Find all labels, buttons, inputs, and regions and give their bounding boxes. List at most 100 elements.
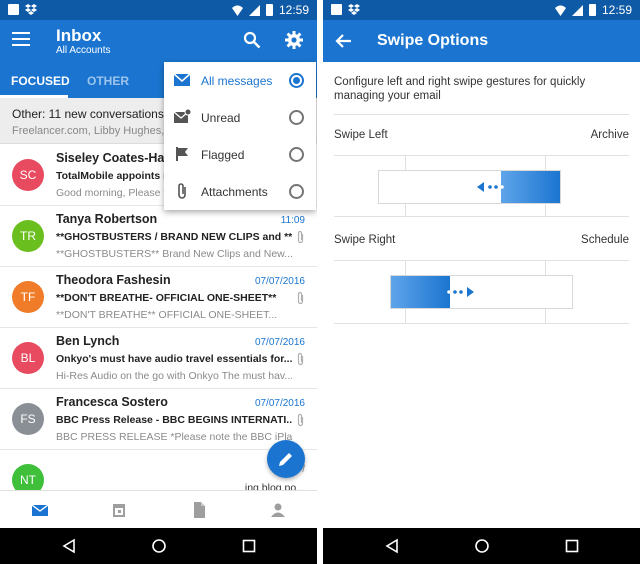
page-title: Inbox	[56, 26, 102, 45]
files-icon[interactable]	[190, 501, 208, 519]
search-icon[interactable]	[243, 31, 261, 49]
divider	[334, 114, 629, 115]
account-label[interactable]: All Accounts	[56, 45, 110, 56]
filter-label: Unread	[201, 111, 241, 125]
message-preview: **GHOSTBUSTERS** Brand New Clips and New…	[56, 248, 292, 260]
filter-menu: All messages Unread Flagged Attachments	[164, 62, 316, 210]
signal-icon	[571, 4, 583, 16]
message-row[interactable]: BL Ben Lynch 07/07/2016 Onkyo's must hav…	[0, 328, 317, 389]
message-row[interactable]: FS Francesca Sostero 07/07/2016 BBC Pres…	[0, 389, 317, 450]
compose-button[interactable]	[267, 440, 305, 478]
tab-other[interactable]: OTHER	[87, 74, 129, 88]
swipe-right-action[interactable]: Schedule	[581, 234, 629, 246]
inbox-screen: 12:59 Inbox All Accounts FOCUSED OTHER O…	[0, 0, 317, 564]
status-bar: 12:59	[0, 0, 317, 20]
back-icon[interactable]	[384, 538, 400, 554]
unread-icon	[173, 108, 191, 123]
tab-focused[interactable]: FOCUSED	[11, 74, 70, 88]
avatar: TF	[12, 281, 44, 313]
grid-line	[334, 323, 629, 324]
recents-icon[interactable]	[241, 538, 257, 554]
swipe-options-app-bar: Swipe Options	[323, 20, 640, 62]
message-date: 07/07/2016	[254, 276, 305, 287]
message-subject: **DON'T BREATHE- OFFICIAL ONE-SHEET**	[56, 292, 277, 304]
attachment-icon	[297, 230, 304, 244]
wifi-icon	[554, 5, 566, 16]
grid-line	[334, 155, 629, 156]
battery-icon	[588, 4, 596, 16]
status-time: 12:59	[601, 3, 632, 17]
home-icon[interactable]	[474, 538, 490, 554]
dropbox-icon	[348, 4, 360, 15]
radio-button[interactable]	[289, 73, 304, 88]
avatar: SC	[12, 159, 44, 191]
filter-label: Flagged	[201, 148, 245, 162]
filter-item-flagged[interactable]: Flagged	[164, 136, 316, 173]
system-nav-bar	[0, 528, 317, 564]
message-subject: **GHOSTBUSTERS / BRAND NEW CLIPS and **	[56, 231, 292, 243]
flag-icon	[176, 147, 188, 161]
menu-icon[interactable]	[12, 32, 30, 46]
message-date: 07/07/2016	[254, 398, 305, 409]
attachment-icon	[297, 413, 304, 427]
message-sender: Ben Lynch	[56, 334, 120, 348]
message-row[interactable]: TF Theodora Fashesin 07/07/2016 **DON'T …	[0, 267, 317, 328]
swipe-left-action[interactable]: Archive	[591, 129, 629, 141]
page-title: Swipe Options	[377, 32, 489, 49]
system-nav-bar	[323, 528, 640, 564]
home-icon[interactable]	[151, 538, 167, 554]
calendar-icon[interactable]	[110, 501, 128, 519]
pencil-icon	[279, 453, 292, 466]
filter-item-unread[interactable]: Unread	[164, 99, 316, 136]
signal-icon	[248, 4, 260, 16]
radio-button[interactable]	[289, 184, 304, 199]
radio-button[interactable]	[289, 147, 304, 162]
radio-button[interactable]	[289, 110, 304, 125]
swipe-left-label[interactable]: Swipe Left	[334, 129, 388, 141]
image-notification-icon	[8, 4, 19, 15]
message-date: 11:09	[280, 215, 305, 226]
swipe-right-action-bar	[391, 276, 450, 308]
people-icon[interactable]	[269, 501, 287, 519]
other-banner-title: Other: 11 new conversations	[12, 107, 164, 121]
swipe-right-arrow-icon	[447, 287, 474, 297]
avatar: TR	[12, 220, 44, 252]
filter-label: All messages	[201, 74, 273, 88]
filter-item-attachments[interactable]: Attachments	[164, 173, 316, 210]
filter-label: Attachments	[201, 185, 268, 199]
bottom-navigation	[0, 490, 317, 528]
swipe-left-arrow-icon	[477, 182, 504, 192]
inbox-app-bar: Inbox All Accounts	[0, 20, 317, 62]
avatar: BL	[12, 342, 44, 374]
mail-icon[interactable]	[31, 501, 49, 519]
back-icon[interactable]	[61, 538, 77, 554]
swipe-description: Configure left and right swipe gestures …	[334, 76, 586, 102]
battery-icon	[265, 4, 273, 16]
message-sender: Tanya Robertson	[56, 212, 158, 226]
attachment-icon	[297, 291, 304, 305]
image-notification-icon	[331, 4, 342, 15]
gear-icon[interactable]	[284, 30, 304, 50]
other-banner-senders: Freelancer.com, Libby Hughes, A...	[12, 125, 184, 137]
swipe-left-action-bar	[501, 171, 560, 203]
avatar: FS	[12, 403, 44, 435]
message-date: 07/07/2016	[254, 337, 305, 348]
message-subject: Onkyo's must have audio travel essential…	[56, 353, 292, 365]
message-preview: BBC PRESS RELEASE *Please note the BBC i…	[56, 431, 292, 443]
back-arrow-icon[interactable]	[335, 32, 353, 50]
status-time: 12:59	[278, 3, 309, 17]
message-sender: Theodora Fashesin	[56, 273, 171, 287]
message-preview: Hi-Res Audio on the go with Onkyo The mu…	[56, 370, 292, 382]
message-sender: Francesca Sostero	[56, 395, 168, 409]
attachment-icon	[297, 352, 304, 366]
swipe-right-label[interactable]: Swipe Right	[334, 234, 395, 246]
message-row[interactable]: TR Tanya Robertson 11:09 **GHOSTBUSTERS …	[0, 206, 317, 267]
swipe-options-screen: 12:59 Swipe Options Configure left and r…	[323, 0, 640, 564]
status-bar: 12:59	[323, 0, 640, 20]
recents-icon[interactable]	[564, 538, 580, 554]
message-subject: BBC Press Release - BBC BEGINS INTERNATI…	[56, 414, 292, 426]
filter-item-all-messages[interactable]: All messages	[164, 62, 316, 99]
all-mail-icon	[173, 73, 191, 86]
dropbox-icon	[25, 4, 37, 15]
wifi-icon	[231, 5, 243, 16]
